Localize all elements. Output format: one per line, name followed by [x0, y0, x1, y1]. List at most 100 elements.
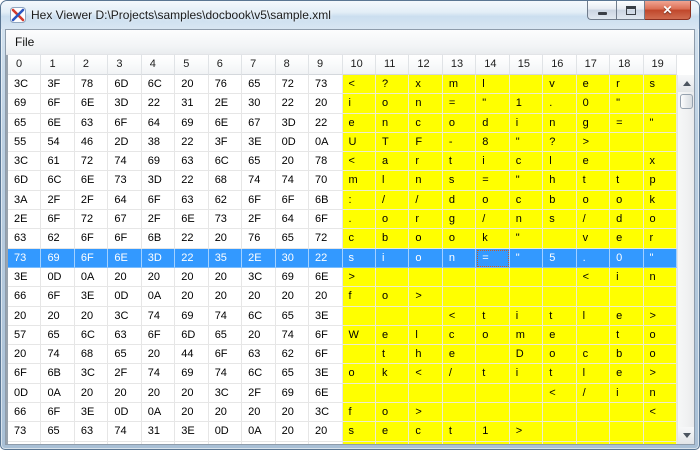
ascii-cell[interactable]: 8 [476, 133, 509, 152]
hex-cell[interactable]: 3E [75, 287, 108, 306]
ascii-cell[interactable]: > [343, 268, 376, 287]
ascii-cell[interactable]: h [409, 345, 442, 364]
hex-cell[interactable]: 63 [175, 191, 208, 210]
hex-cell[interactable]: 3E [309, 364, 342, 383]
ascii-cell[interactable]: l [577, 364, 610, 383]
ascii-cell[interactable]: e [376, 326, 409, 345]
hex-cell[interactable]: 57 [8, 326, 41, 345]
hex-cell[interactable]: 65 [242, 152, 275, 171]
hex-cell[interactable]: 6C [209, 152, 242, 171]
ascii-cell[interactable]: 5 [543, 249, 576, 268]
hex-cell[interactable]: 63 [75, 422, 108, 441]
ascii-cell[interactable]: < [409, 364, 442, 383]
ascii-cell[interactable] [510, 75, 543, 94]
ascii-cell[interactable]: < [343, 75, 376, 94]
hex-cell[interactable]: 0D [209, 422, 242, 441]
hex-cell[interactable]: 6F [41, 210, 74, 229]
hex-cell[interactable] [41, 442, 74, 444]
hex-cell[interactable]: 20 [175, 75, 208, 94]
ascii-cell[interactable]: < [543, 384, 576, 403]
hex-cell[interactable] [108, 442, 141, 444]
hex-cell[interactable]: 20 [175, 384, 208, 403]
ascii-cell[interactable] [577, 403, 610, 422]
hex-cell[interactable]: 31 [175, 94, 208, 113]
ascii-cell[interactable]: l [543, 152, 576, 171]
ascii-cell[interactable] [476, 384, 509, 403]
hex-cell[interactable]: 0A [41, 384, 74, 403]
hex-cell[interactable]: 6C [242, 364, 275, 383]
hex-cell[interactable]: 6E [309, 268, 342, 287]
ascii-cell[interactable]: T [376, 133, 409, 152]
hex-cell[interactable]: 20 [209, 287, 242, 306]
hex-cell[interactable]: 3C [8, 152, 41, 171]
ascii-cell[interactable]: n [510, 210, 543, 229]
hex-cell[interactable]: 6C [242, 307, 275, 326]
hex-cell[interactable]: 20 [175, 268, 208, 287]
ascii-cell[interactable]: c [577, 345, 610, 364]
ascii-cell[interactable]: o [443, 114, 476, 133]
hex-cell[interactable]: 3E [242, 133, 275, 152]
hex-cell[interactable]: 20 [8, 307, 41, 326]
hex-cell[interactable]: 2D [108, 133, 141, 152]
ascii-cell[interactable] [476, 268, 509, 287]
hex-cell[interactable]: 20 [41, 307, 74, 326]
hex-cell[interactable]: 2E [8, 210, 41, 229]
ascii-cell[interactable]: c [409, 422, 442, 441]
ascii-cell[interactable]: = [443, 94, 476, 113]
hex-cell[interactable]: 6F [142, 326, 175, 345]
ascii-cell[interactable]: e [610, 364, 643, 383]
ascii-cell[interactable] [610, 442, 643, 444]
ascii-cell[interactable]: < [343, 152, 376, 171]
hex-cell[interactable]: 6F [108, 229, 141, 248]
ascii-cell[interactable]: g [443, 210, 476, 229]
ascii-cell[interactable]: = [476, 249, 509, 268]
ascii-cell[interactable] [577, 326, 610, 345]
hex-cell[interactable]: 46 [75, 133, 108, 152]
ascii-cell[interactable]: i [510, 364, 543, 383]
ascii-cell[interactable]: n [644, 384, 677, 403]
hex-cell[interactable]: 65 [41, 422, 74, 441]
ascii-cell[interactable]: i [343, 94, 376, 113]
hex-cell[interactable] [242, 442, 275, 444]
ascii-cell[interactable]: k [476, 229, 509, 248]
hex-cell[interactable]: 20 [242, 326, 275, 345]
scroll-down-button[interactable] [678, 427, 694, 444]
ascii-cell[interactable]: s [343, 422, 376, 441]
ascii-cell[interactable]: / [577, 210, 610, 229]
ascii-cell[interactable] [577, 442, 610, 444]
hex-cell[interactable]: 6E [108, 249, 141, 268]
ascii-cell[interactable]: c [443, 326, 476, 345]
hex-cell[interactable]: 6E [75, 94, 108, 113]
ascii-cell[interactable]: F [409, 133, 442, 152]
ascii-cell[interactable]: " [644, 249, 677, 268]
ascii-cell[interactable] [543, 229, 576, 248]
hex-cell[interactable]: 35 [209, 249, 242, 268]
hex-cell[interactable]: 20 [142, 384, 175, 403]
ascii-cell[interactable]: r [644, 229, 677, 248]
hex-cell[interactable]: 6D [108, 75, 141, 94]
ascii-cell[interactable]: t [610, 171, 643, 190]
hex-cell[interactable]: 69 [175, 364, 208, 383]
ascii-cell[interactable]: " [476, 94, 509, 113]
ascii-cell[interactable] [376, 307, 409, 326]
ascii-cell[interactable]: D [510, 345, 543, 364]
hex-cell[interactable]: 6B [41, 364, 74, 383]
hex-cell[interactable]: 3D [142, 171, 175, 190]
hex-cell[interactable]: 22 [175, 249, 208, 268]
hex-cell[interactable]: 22 [142, 94, 175, 113]
ascii-cell[interactable]: n [409, 94, 442, 113]
hex-cell[interactable]: 2F [75, 191, 108, 210]
hex-cell[interactable]: 54 [41, 133, 74, 152]
hex-cell[interactable]: 69 [8, 94, 41, 113]
ascii-cell[interactable]: ? [543, 133, 576, 152]
ascii-cell[interactable] [443, 287, 476, 306]
hex-cell[interactable]: 63 [242, 345, 275, 364]
hex-cell[interactable]: 6F [41, 94, 74, 113]
hex-cell[interactable]: 3E [175, 422, 208, 441]
hex-cell[interactable]: 3C [8, 75, 41, 94]
hex-cell[interactable]: 6F [41, 287, 74, 306]
ascii-cell[interactable] [510, 384, 543, 403]
hex-cell[interactable]: 74 [142, 364, 175, 383]
hex-cell[interactable]: 0D [276, 133, 309, 152]
ascii-cell[interactable]: c [409, 114, 442, 133]
